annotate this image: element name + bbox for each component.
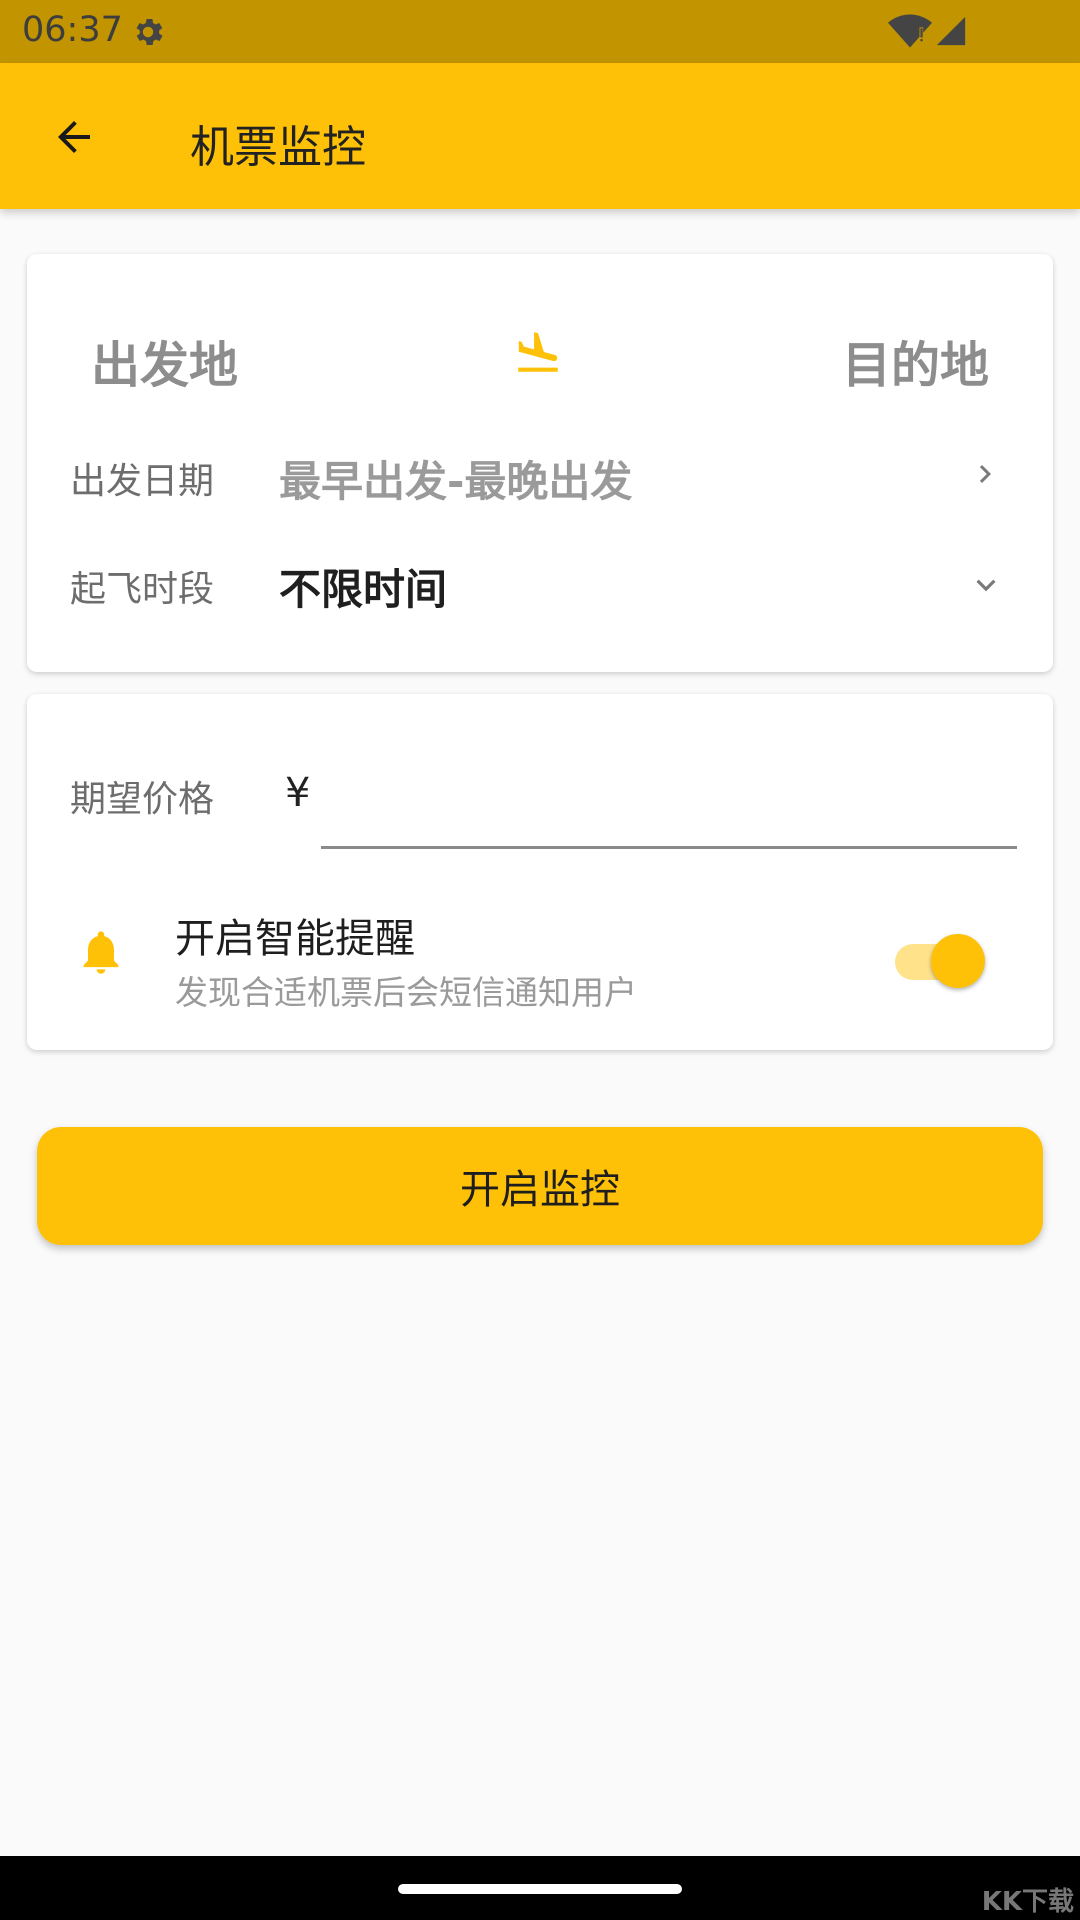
page-title: 机票监控 xyxy=(190,122,366,173)
currency-symbol: ¥ xyxy=(285,770,311,816)
wifi-icon xyxy=(888,14,932,52)
reminder-subtitle: 发现合适机票后会短信通知用户 xyxy=(175,973,637,1012)
toggle-thumb xyxy=(931,934,985,988)
date-label: 出发日期 xyxy=(70,461,215,502)
destination-selector[interactable]: 目的地 xyxy=(842,326,989,397)
navigation-bar: KK下载 xyxy=(0,1856,1080,1920)
back-button[interactable] xyxy=(44,107,104,167)
price-card: 期望价格 ¥ 开启智能提醒 发现合适机票后会短信通知用户 xyxy=(27,694,1053,1050)
home-indicator[interactable] xyxy=(398,1884,682,1894)
date-range-selector[interactable]: 最早出发-最晚出发 xyxy=(279,448,632,509)
app-bar: 机票监控 xyxy=(0,63,1080,209)
gear-icon xyxy=(130,14,166,54)
price-label: 期望价格 xyxy=(70,779,215,820)
origin-selector[interactable]: 出发地 xyxy=(91,326,238,397)
reminder-toggle[interactable] xyxy=(889,928,993,988)
time-slot-selector[interactable]: 不限时间 xyxy=(279,556,447,617)
route-card: 出发地 目的地 出发日期 最早出发-最晚出发 起飞时段 不限时间 xyxy=(27,254,1053,672)
signal-icon xyxy=(934,14,968,52)
reminder-title: 开启智能提醒 xyxy=(175,916,415,962)
bell-icon xyxy=(75,924,127,984)
plane-landing-icon xyxy=(513,328,563,378)
chevron-down-icon[interactable] xyxy=(967,566,1005,608)
status-time: 06:37 xyxy=(22,10,123,50)
price-input[interactable] xyxy=(321,754,1017,849)
chevron-right-icon[interactable] xyxy=(967,456,1003,496)
status-bar: 06:37 xyxy=(0,0,1080,63)
time-label: 起飞时段 xyxy=(70,569,215,610)
watermark: KK下载 xyxy=(981,1887,1074,1917)
start-monitor-button[interactable]: 开启监控 xyxy=(37,1127,1043,1245)
arrow-left-icon xyxy=(58,121,90,153)
